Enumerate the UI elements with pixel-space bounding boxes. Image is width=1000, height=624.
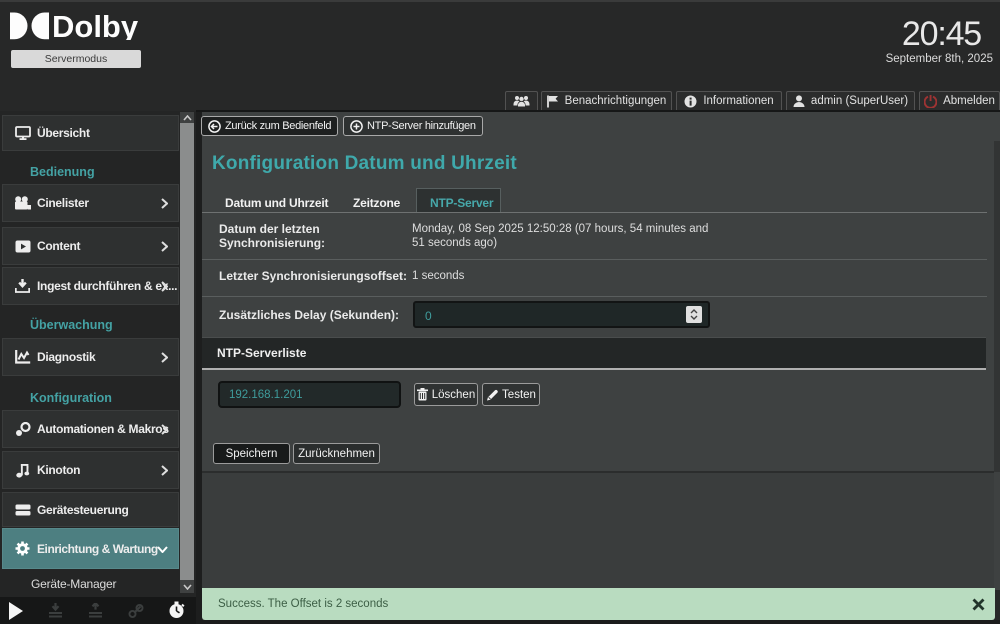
svg-text:Dolby: Dolby: [52, 12, 139, 40]
